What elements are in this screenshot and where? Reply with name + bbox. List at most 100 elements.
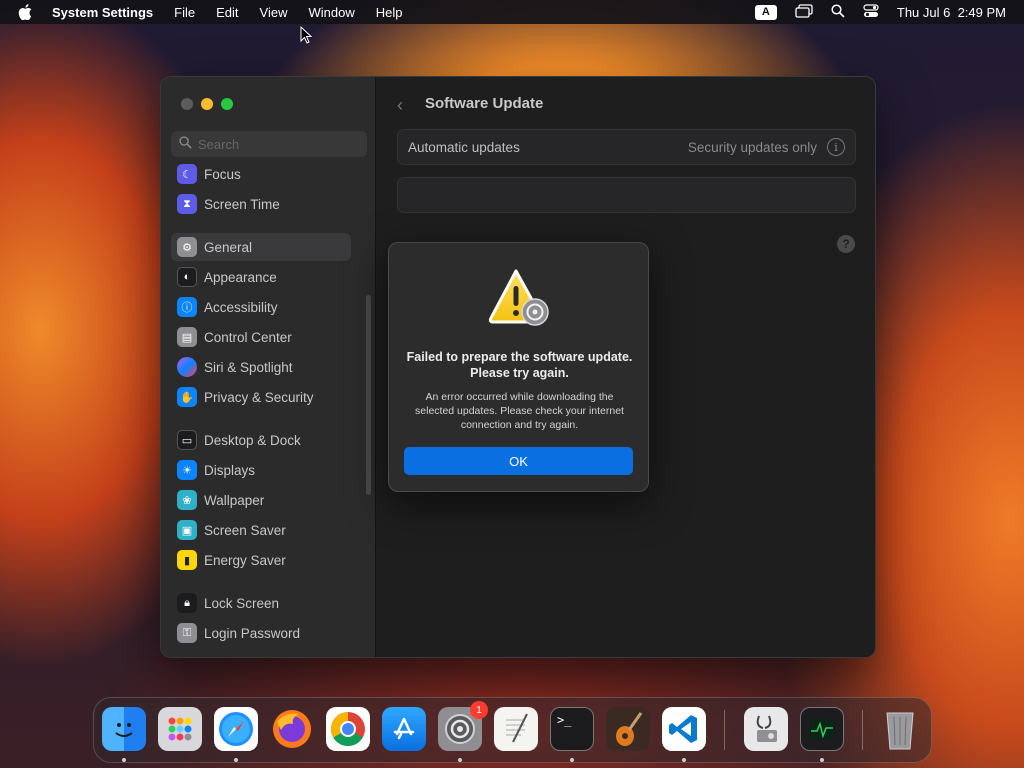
sidebar-item-label: Screen Saver	[204, 522, 286, 538]
sidebar-item-lock-screen[interactable]: 🔒︎ Lock Screen	[171, 589, 351, 617]
running-indicator	[570, 758, 574, 762]
garageband-icon[interactable]	[606, 707, 650, 751]
safari-icon[interactable]	[214, 707, 258, 751]
hourglass-icon: ⧗	[177, 194, 197, 214]
sidebar-item-appearance[interactable]: ◐ Appearance	[171, 263, 351, 291]
sidebar-item-screen-time[interactable]: ⧗ Screen Time	[171, 190, 351, 218]
update-status-row	[397, 177, 856, 213]
back-chevron-icon[interactable]: ‹	[397, 95, 403, 116]
ok-button[interactable]: OK	[404, 447, 633, 475]
sidebar-item-general[interactable]: ⚙ General	[171, 233, 351, 261]
system-settings-icon[interactable]: 1	[438, 701, 488, 751]
dock-separator	[862, 710, 863, 750]
hand-icon: ✋	[177, 387, 197, 407]
moon-icon: ☾	[177, 164, 197, 184]
sidebar-scrollbar[interactable]	[366, 295, 371, 495]
minimize-window-button[interactable]	[201, 98, 213, 110]
page-title: Software Update	[425, 95, 544, 112]
wallpaper-icon: ❀	[177, 490, 197, 510]
sidebar-item-privacy-security[interactable]: ✋ Privacy & Security	[171, 383, 351, 411]
sidebar-item-screen-saver[interactable]: ▣ Screen Saver	[171, 516, 351, 544]
gear-icon: ⚙	[177, 237, 197, 257]
control-center-icon: ▤	[177, 327, 197, 347]
sun-icon: ☀	[177, 460, 197, 480]
sidebar-item-login-password[interactable]: ⚿ Login Password	[171, 619, 351, 647]
textedit-icon[interactable]	[494, 707, 538, 751]
sidebar-item-energy-saver[interactable]: ▮ Energy Saver	[171, 546, 351, 574]
alert-title: Failed to prepare the software update. P…	[406, 350, 633, 380]
finder-icon[interactable]	[102, 707, 146, 751]
help-button[interactable]: ?	[837, 235, 855, 253]
siri-icon	[177, 357, 197, 377]
menu-app-name[interactable]: System Settings	[52, 5, 153, 20]
sidebar-item-siri-spotlight[interactable]: Siri & Spotlight	[171, 353, 351, 381]
sidebar-item-label: Appearance	[204, 269, 277, 285]
alert-message: An error occurred while downloading the …	[415, 391, 624, 431]
menu-clock[interactable]: Thu Jul 6 2:49 PM	[897, 5, 1006, 20]
activity-monitor-icon[interactable]	[800, 707, 844, 751]
menu-window[interactable]: Window	[308, 5, 354, 20]
password-icon: ⚿	[177, 623, 197, 643]
automatic-updates-row[interactable]: Automatic updates Security updates only …	[397, 129, 856, 165]
appearance-icon: ◐	[177, 267, 197, 287]
notification-badge: 1	[470, 701, 488, 719]
menu-file[interactable]: File	[174, 5, 195, 20]
vscode-icon[interactable]	[662, 707, 706, 751]
mouse-cursor-icon	[300, 25, 313, 49]
spotlight-search-icon[interactable]	[831, 3, 845, 21]
sidebar-item-label: Privacy & Security	[204, 389, 314, 405]
app-store-icon[interactable]	[382, 707, 426, 751]
close-window-button[interactable]	[181, 98, 193, 110]
trash-icon[interactable]	[878, 707, 922, 751]
automatic-updates-label: Automatic updates	[408, 139, 520, 155]
sidebar-search[interactable]	[171, 131, 367, 157]
sidebar-item-displays[interactable]: ☀ Displays	[171, 456, 351, 484]
chrome-icon[interactable]	[326, 707, 370, 751]
dock: 1 >_	[93, 697, 932, 763]
screen-mirroring-icon[interactable]	[795, 3, 813, 21]
search-icon	[179, 136, 192, 152]
disk-utility-icon[interactable]	[744, 707, 788, 751]
search-input[interactable]	[198, 136, 358, 152]
window-controls	[181, 98, 233, 110]
launchpad-icon[interactable]	[158, 707, 202, 751]
info-icon[interactable]: i	[827, 138, 845, 156]
sidebar-item-label: Screen Time	[204, 196, 280, 212]
running-indicator	[234, 758, 238, 762]
sidebar-item-desktop-dock[interactable]: ▭ Desktop & Dock	[171, 426, 351, 454]
automatic-updates-value: Security updates only	[687, 139, 817, 155]
dock-icon: ▭	[177, 430, 197, 450]
sidebar-item-focus[interactable]: ☾ Focus	[171, 160, 351, 188]
menu-help[interactable]: Help	[376, 5, 403, 20]
sidebar-item-accessibility[interactable]: ⓘ Accessibility	[171, 293, 351, 321]
battery-icon: ▮	[177, 550, 197, 570]
menu-view[interactable]: View	[260, 5, 288, 20]
sidebar-item-label: General	[204, 239, 253, 255]
sidebar-item-wallpaper[interactable]: ❀ Wallpaper	[171, 486, 351, 514]
warning-icon	[488, 268, 552, 328]
running-indicator	[458, 758, 462, 762]
sidebar-item-label: Login Password	[204, 625, 301, 641]
apple-menu-icon[interactable]	[18, 4, 38, 20]
sidebar-item-label: Wallpaper	[204, 492, 265, 508]
accessibility-icon: ⓘ	[177, 297, 197, 317]
sidebar-item-control-center[interactable]: ▤ Control Center	[171, 323, 351, 351]
sidebar-item-label: Focus	[204, 166, 241, 182]
sidebar-item-label: Lock Screen	[204, 595, 280, 611]
sidebar-item-label: Displays	[204, 462, 256, 478]
sidebar-item-label: Accessibility	[204, 299, 278, 315]
dock-separator	[724, 710, 725, 750]
sidebar-item-label: Siri & Spotlight	[204, 359, 293, 375]
running-indicator	[682, 758, 686, 762]
screen-saver-icon: ▣	[177, 520, 197, 540]
sidebar: ☾ Focus ⧗ Screen Time ⚙ General ◐ Appear…	[161, 77, 376, 657]
terminal-icon[interactable]: >_	[550, 707, 594, 751]
error-alert-dialog: Failed to prepare the software update. P…	[388, 242, 649, 492]
control-center-icon[interactable]	[863, 3, 879, 21]
zoom-window-button[interactable]	[221, 98, 233, 110]
sidebar-item-label: Control Center	[204, 329, 292, 345]
menu-edit[interactable]: Edit	[216, 5, 238, 20]
input-source-indicator[interactable]: A	[754, 4, 777, 20]
firefox-icon[interactable]	[270, 707, 314, 751]
running-indicator	[820, 758, 824, 762]
